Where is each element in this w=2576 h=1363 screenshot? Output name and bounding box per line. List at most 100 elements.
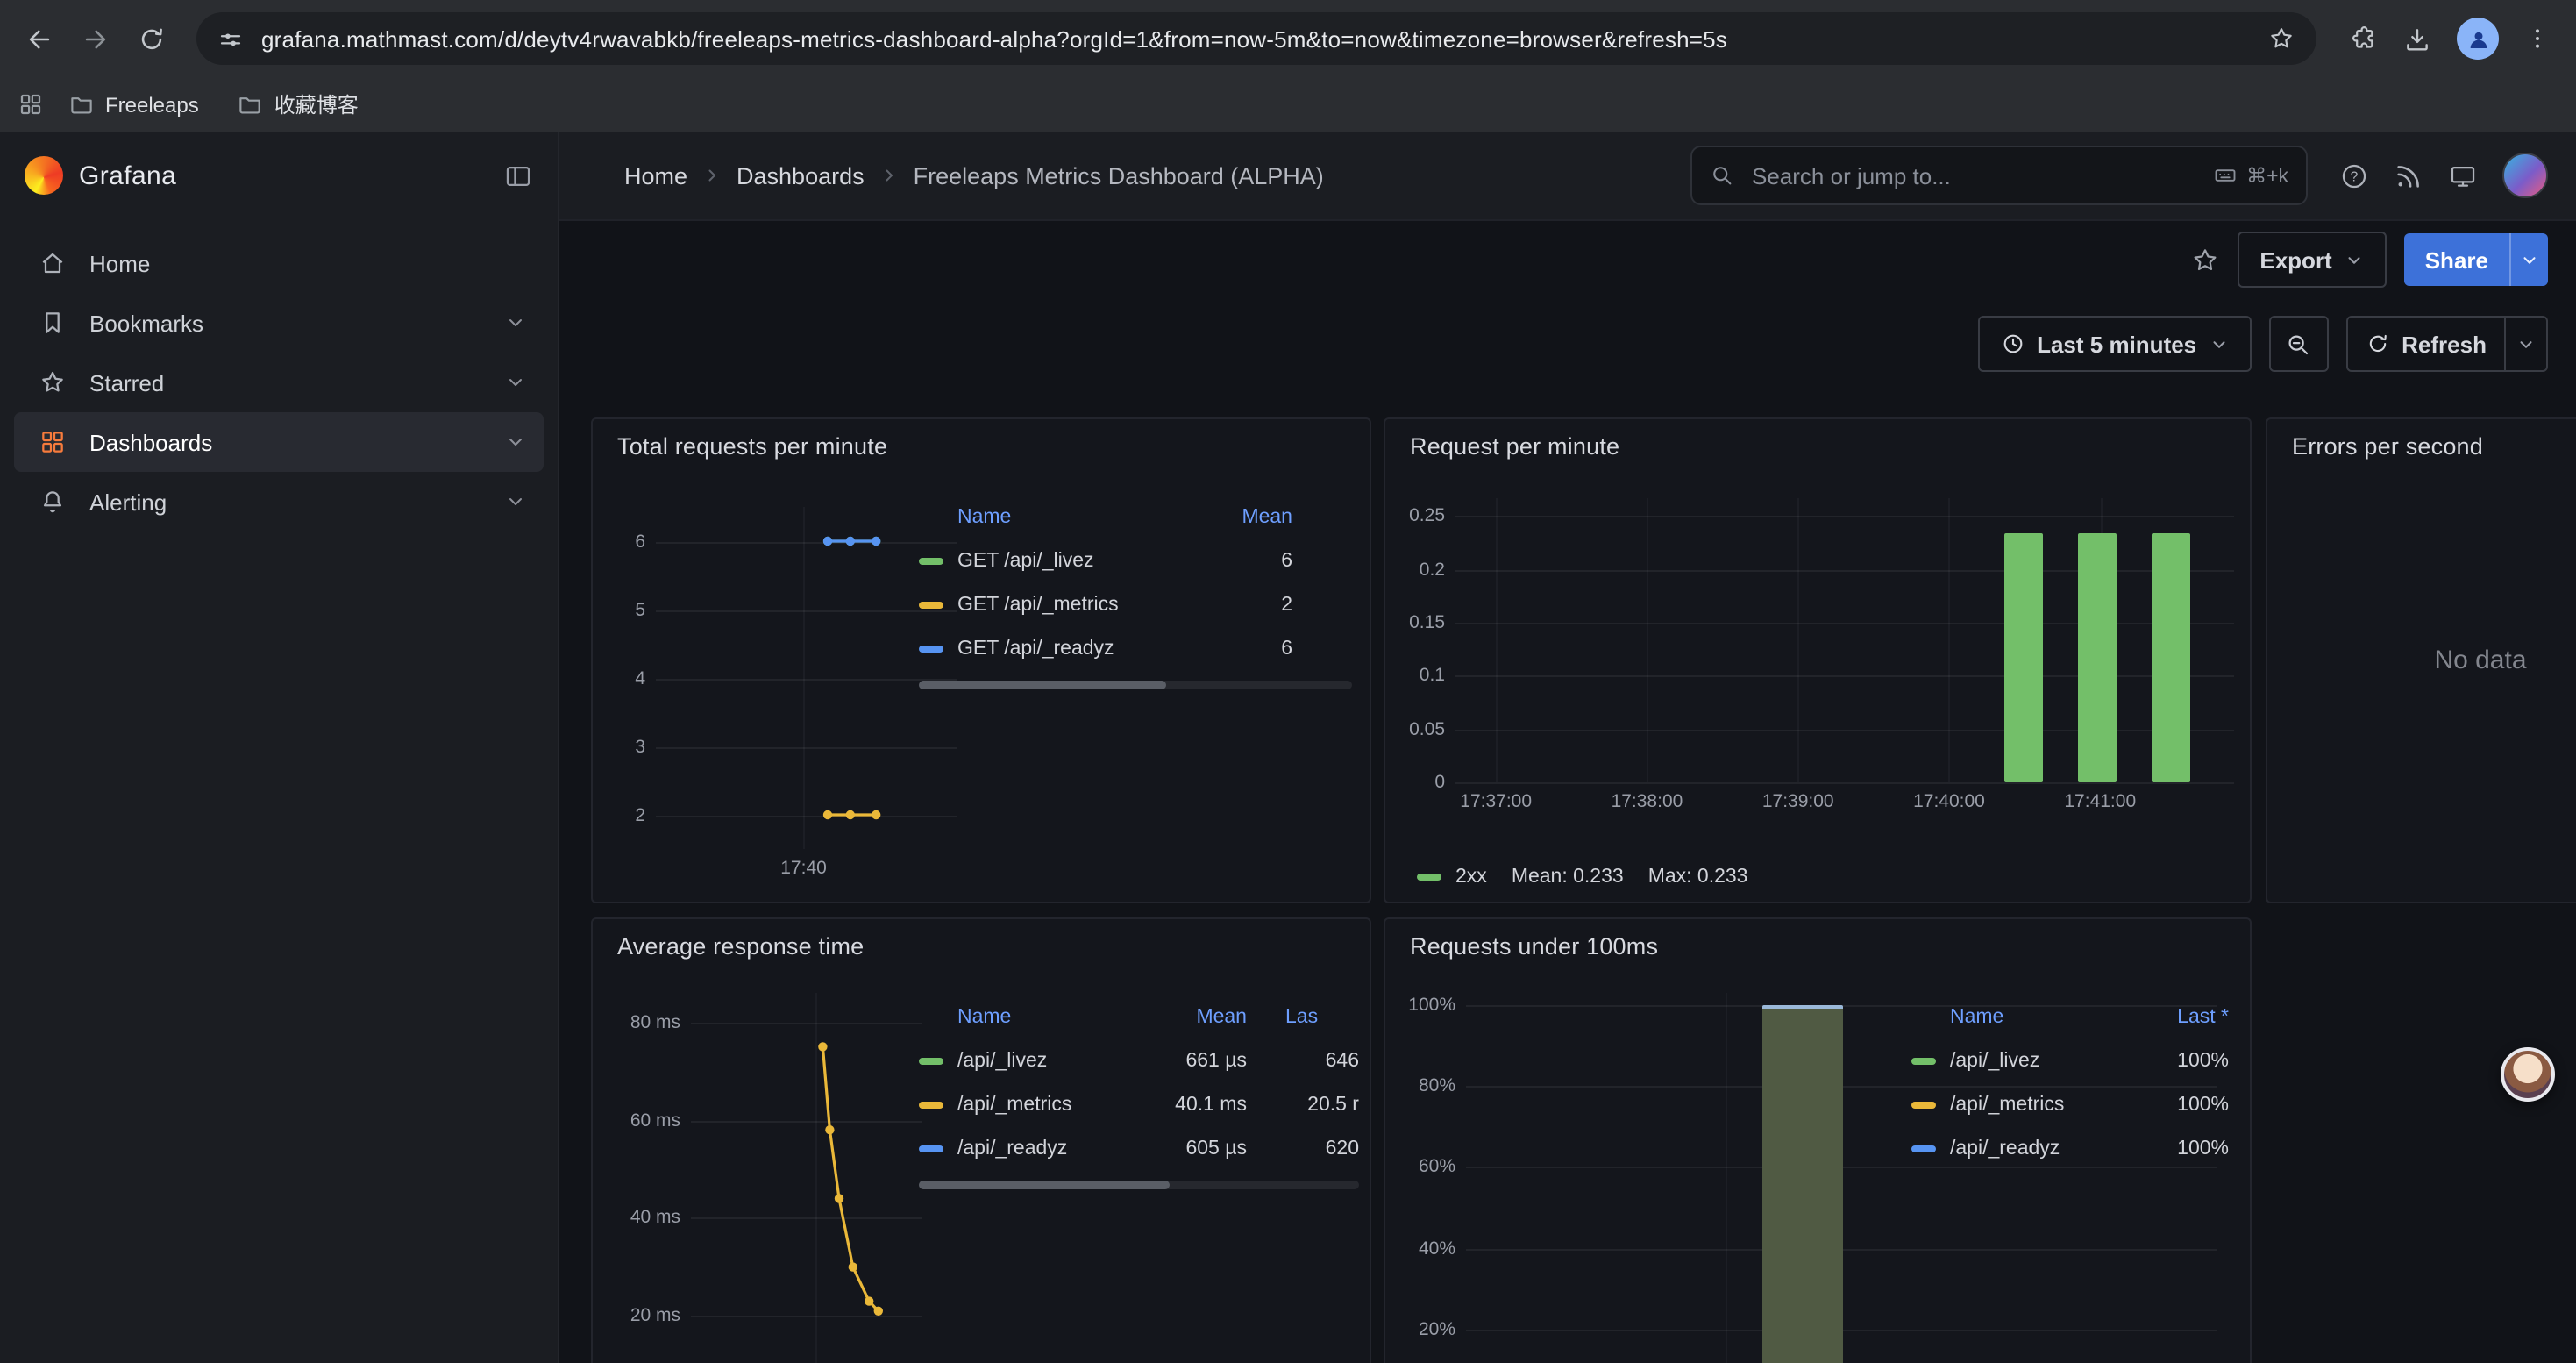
legend-row[interactable]: GET /api/_readyz 6 [919,626,1352,670]
series-name[interactable]: GET /api/_livez [957,550,1170,571]
bell-icon [39,488,67,516]
search-box[interactable]: ⌘+k [1690,146,2308,205]
sidebar-item-starred[interactable]: Starred [14,353,544,412]
chevron-down-icon[interactable] [505,491,526,512]
profile-avatar[interactable] [2457,18,2499,60]
legend-row[interactable]: GET /api/_metrics 2 [919,582,1352,626]
legend-row[interactable]: /api/_livez 661 µs 646 [919,1038,1359,1082]
refresh-button[interactable]: Refresh [2347,318,2504,370]
panel-title[interactable]: Total requests per minute [593,419,1370,460]
back-button[interactable] [14,14,63,63]
legend-header-name[interactable]: Name [957,1007,1124,1028]
chart-plot-area[interactable] [656,507,957,849]
favorite-star-button[interactable] [2189,245,2219,275]
scrollbar-thumb[interactable] [919,1181,1170,1189]
user-avatar[interactable] [2502,153,2548,198]
share-menu-button[interactable] [2509,233,2548,286]
url-bar[interactable]: grafana.mathmast.com/d/deytv4rwavabkb/fr… [196,12,2316,65]
sidebar-item-dashboards[interactable]: Dashboards [14,412,544,472]
legend-header-mean[interactable]: Mean [1170,507,1292,528]
series-name[interactable]: /api/_readyz [1950,1138,2124,1159]
gridline [1726,993,1727,1363]
legend-header-last[interactable]: Las [1247,1007,1359,1028]
sidebar-item-home[interactable]: Home [14,233,544,293]
chevron-down-icon[interactable] [505,432,526,453]
series-name[interactable]: /api/_livez [957,1050,1124,1071]
timeseries-chart: 80 ms60 ms40 ms20 ms0 s 17:40 [607,993,922,1363]
help-icon[interactable]: ? [2339,161,2369,190]
grafana-app: Grafana Home Bookmarks Starred [0,132,2576,1363]
panel-title[interactable]: Average response time [593,919,1370,960]
search-input[interactable] [1748,161,2199,190]
y-tick-label: 100% [1408,993,1455,1017]
search-shortcut: ⌘+k [2213,163,2288,188]
export-button[interactable]: Export [2237,232,2386,288]
legend-header-mean[interactable]: Mean [1124,1007,1247,1028]
share-button[interactable]: Share [2404,233,2509,286]
legend-scrollbar[interactable] [919,1181,1359,1189]
breadcrumb: Home Dashboards Freeleaps Metrics Dashbo… [624,162,1659,189]
back-arrow-icon [24,24,53,54]
time-range-picker[interactable]: Last 5 minutes [1977,316,2251,372]
legend-row[interactable]: /api/_metrics 100% [1911,1082,2229,1126]
grafana-logo-icon[interactable] [25,156,63,195]
extensions-icon[interactable] [2348,24,2378,54]
monitor-icon[interactable] [2448,161,2478,190]
series-name[interactable]: /api/_metrics [957,1094,1124,1115]
floating-assistant-avatar[interactable] [2501,1047,2555,1102]
legend-header-name[interactable]: Name [1950,1007,2124,1028]
panel-title[interactable]: Requests under 100ms [1385,919,2250,960]
bookmark-star-icon[interactable] [2267,25,2295,53]
apps-grid-icon[interactable] [18,91,44,118]
forward-button[interactable] [70,14,119,63]
series-marker [919,1145,943,1152]
legend-scrollbar[interactable] [919,681,1352,689]
zoom-out-button[interactable] [2268,316,2328,372]
chevron-down-icon[interactable] [505,372,526,393]
x-tick-label: 17:41:00 [2064,791,2136,812]
url-text[interactable]: grafana.mathmast.com/d/deytv4rwavabkb/fr… [261,25,2250,52]
legend-row[interactable]: /api/_readyz 100% [1911,1126,2229,1170]
legend-row[interactable]: /api/_readyz 605 µs 620 [919,1126,1359,1170]
panel-title[interactable]: Request per minute [1385,419,2250,460]
chart-plot-area[interactable] [691,993,922,1363]
scrollbar-thumb[interactable] [919,681,1166,689]
breadcrumb-home[interactable]: Home [624,162,687,189]
series-name[interactable]: GET /api/_metrics [957,594,1170,615]
legend-row[interactable]: GET /api/_livez 6 [919,539,1352,582]
chevron-right-icon [879,165,900,186]
refresh-interval-button[interactable] [2504,318,2546,370]
series-name[interactable]: /api/_metrics [1950,1094,2124,1115]
legend-header-name[interactable]: Name [957,507,1170,528]
chart-plot-area[interactable] [1455,498,2234,782]
breadcrumb-dashboards[interactable]: Dashboards [737,162,865,189]
breadcrumb-current: Freeleaps Metrics Dashboard (ALPHA) [914,162,1324,189]
y-axis: 65432 [607,507,656,849]
sidebar-item-alerting[interactable]: Alerting [14,472,544,532]
gridline [1455,782,2234,784]
reload-button[interactable] [126,14,175,63]
chevron-down-icon[interactable] [505,312,526,333]
series-name[interactable]: /api/_livez [1950,1050,2124,1071]
bookmarks-bar: Freeleaps 收藏博客 [0,77,2576,133]
site-settings-icon[interactable] [217,25,244,52]
series-mean: 6 [1170,550,1292,571]
legend-row[interactable]: /api/_livez 100% [1911,1038,2229,1082]
x-tick-label: 17:40:00 [1913,791,1985,812]
panel-total-requests: Total requests per minute 65432 17:40 Na… [591,417,1371,903]
folder-icon [238,91,264,118]
y-tick-label: 0.25 [1409,503,1445,528]
series-name[interactable]: 2xx [1455,867,1487,888]
sidebar-collapse-icon[interactable] [503,161,533,190]
series-name[interactable]: GET /api/_readyz [957,638,1170,659]
legend-header-last[interactable]: Last * [2124,1007,2229,1028]
bookmark-item[interactable]: 收藏博客 [224,84,373,125]
y-tick-label: 60% [1419,1155,1455,1180]
downloads-icon[interactable] [2402,24,2432,54]
sidebar-item-bookmarks[interactable]: Bookmarks [14,293,544,353]
series-name[interactable]: /api/_readyz [957,1138,1124,1159]
legend-row[interactable]: /api/_metrics 40.1 ms 20.5 r [919,1082,1359,1126]
news-rss-icon[interactable] [2394,161,2423,190]
bookmark-item[interactable]: Freeleaps [54,86,213,123]
browser-menu-icon[interactable] [2523,25,2551,53]
